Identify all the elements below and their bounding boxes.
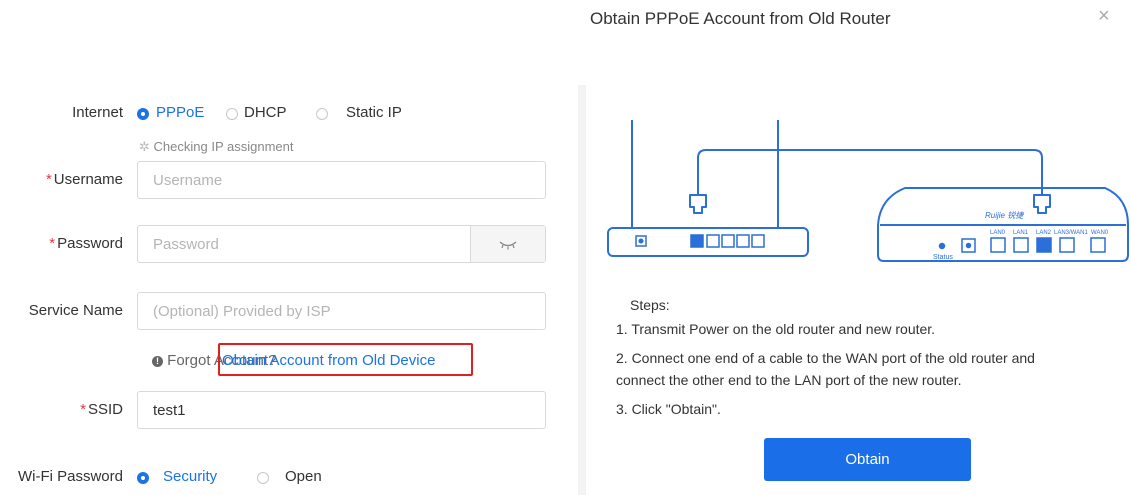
option-dhcp[interactable]: DHCP <box>244 104 287 121</box>
radio-open[interactable] <box>257 472 269 484</box>
option-security[interactable]: Security <box>163 468 217 485</box>
ssid-label: * SSID <box>80 401 123 418</box>
password-field[interactable] <box>137 225 546 263</box>
dialog-title: Obtain PPPoE Account from Old Router <box>590 9 891 28</box>
radio-static-ip[interactable] <box>316 108 328 120</box>
service-name-label: Service Name <box>28 302 123 319</box>
checking-status: ✲ Checking IP assignment <box>139 139 293 155</box>
ssid-field[interactable] <box>137 391 546 429</box>
password-label: * Password <box>49 235 123 252</box>
username-input[interactable] <box>138 162 545 198</box>
password-toggle[interactable] <box>470 226 545 262</box>
radio-pppoe[interactable] <box>137 108 149 120</box>
wifi-password-label: Wi-Fi Password <box>17 468 123 485</box>
radio-security[interactable] <box>137 472 149 484</box>
step-3: 3. Click "Obtain". <box>616 401 721 417</box>
step-2-continued: connect the other end to the LAN port of… <box>616 372 962 388</box>
status-label: Status <box>933 254 953 261</box>
loading-spinner-icon: ✲ <box>139 139 150 154</box>
username-field[interactable] <box>137 161 546 199</box>
port-label-lan0: LAN0 <box>990 230 1006 236</box>
ssid-input[interactable] <box>138 392 545 428</box>
eye-closed-icon[interactable] <box>499 240 517 250</box>
radio-dhcp[interactable] <box>226 108 238 120</box>
service-name-input[interactable] <box>138 293 545 329</box>
router-connection-diagram: Ruijie 锐捷 Status LAN0 LAN1 LAN2 LAN3/WAN… <box>607 120 1129 262</box>
username-label: * Username <box>45 171 123 188</box>
ssid-label-text: SSID <box>87 401 123 418</box>
old-router-body <box>607 227 809 257</box>
option-open[interactable]: Open <box>285 468 322 485</box>
service-name-field[interactable] <box>137 292 546 330</box>
option-pppoe[interactable]: PPPoE <box>156 104 204 121</box>
info-icon: ! <box>152 356 163 367</box>
port-label-wan0: WAN0 <box>1091 230 1109 236</box>
port-label-lan2: LAN2 <box>1036 230 1052 236</box>
password-input[interactable] <box>138 226 473 262</box>
steps-heading: Steps: <box>630 297 670 313</box>
checking-status-text: Checking IP assignment <box>153 139 294 154</box>
old-router-plug <box>689 194 707 214</box>
port-label-lan3-wan1: LAN3/WAN1 <box>1054 230 1088 236</box>
obtain-account-link[interactable]: Obtain Account from Old Device <box>222 352 435 369</box>
step-2: 2. Connect one end of a cable to the WAN… <box>616 350 1035 366</box>
panel-divider <box>578 85 586 495</box>
close-icon[interactable]: × <box>1098 6 1110 26</box>
step-1: 1. Transmit Power on the old router and … <box>616 321 936 337</box>
old-router-wan-port <box>690 234 704 248</box>
option-static-ip[interactable]: Static IP <box>346 104 402 121</box>
password-label-text: Password <box>57 235 123 252</box>
port-label-lan1: LAN1 <box>1013 230 1029 236</box>
internet-label: Internet <box>72 104 123 121</box>
obtain-button[interactable]: Obtain <box>764 438 971 481</box>
new-router-brand: Ruijie 锐捷 <box>985 211 1025 220</box>
username-label-text: Username <box>53 171 123 188</box>
new-router-lan2-port <box>1036 237 1052 253</box>
new-router-plug <box>1033 194 1051 214</box>
